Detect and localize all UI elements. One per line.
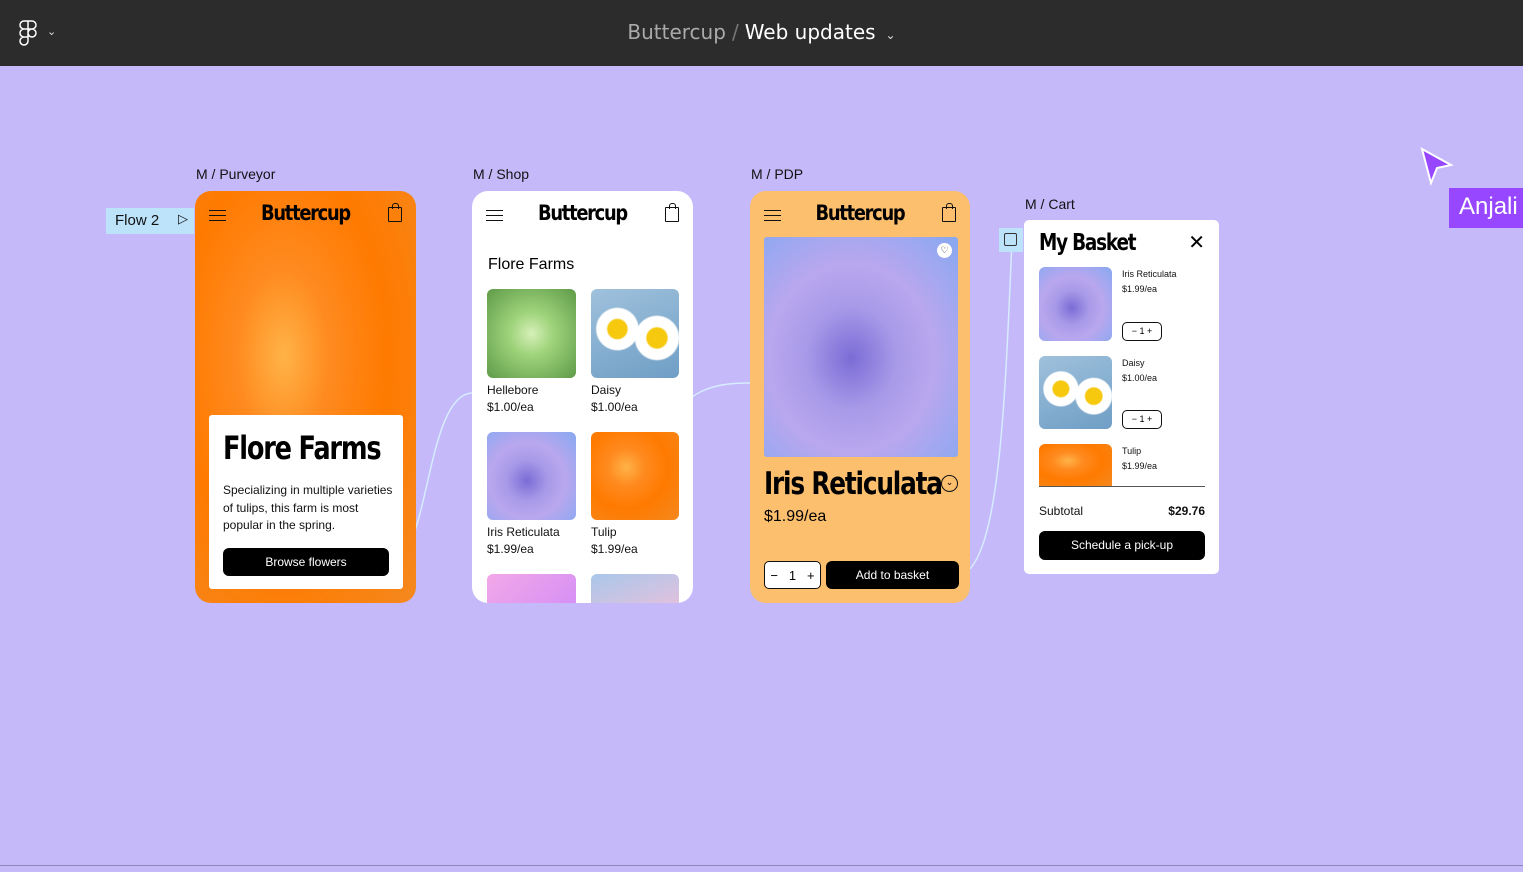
frame-cart[interactable]: My Basket ✕ Iris Reticulata $1.99/ea − 1…	[1024, 220, 1219, 574]
frame-purveyor[interactable]: Buttercup Flore Farms Specializing in mu…	[195, 191, 416, 603]
collaborator-name-tag: Anjali	[1449, 188, 1523, 228]
product-image[interactable]	[487, 574, 576, 603]
hellebore-image[interactable]	[487, 289, 576, 378]
product-name[interactable]: Iris Reticulata	[487, 525, 560, 539]
brand-logo: Buttercup	[261, 201, 351, 225]
farm-card: Flore Farms Specializing in multiple var…	[209, 415, 403, 589]
product-name[interactable]: Hellebore	[487, 383, 538, 397]
quantity-value: 1	[1139, 326, 1145, 336]
quantity-stepper[interactable]: − 1 +	[1122, 322, 1162, 341]
cart-item-image	[1039, 356, 1112, 429]
minus-icon[interactable]: −	[770, 568, 778, 583]
farm-title: Flore Farms	[223, 429, 382, 467]
cart-item-price: $1.99/ea	[1122, 284, 1158, 294]
subtotal-value: $29.76	[1168, 504, 1205, 518]
cart-item-name: Tulip	[1122, 446, 1142, 456]
product-name[interactable]: Tulip	[591, 525, 617, 539]
product-price: $1.00/ea	[591, 400, 638, 414]
frame-label-purveyor[interactable]: M / Purveyor	[196, 166, 275, 182]
cart-item-price: $1.99/ea	[1122, 461, 1158, 471]
product-image: ♡	[764, 237, 958, 457]
schedule-pickup-button[interactable]: Schedule a pick-up	[1039, 531, 1205, 560]
shop-heading: Flore Farms	[488, 256, 575, 273]
quantity-stepper[interactable]: − 1 +	[1122, 410, 1162, 429]
flow-label: Flow 2	[115, 212, 160, 229]
product-price: $1.00/ea	[487, 400, 534, 414]
subtotal-label: Subtotal	[1039, 504, 1084, 518]
frame-label-cart[interactable]: M / Cart	[1025, 196, 1075, 212]
tulip-image[interactable]	[591, 432, 679, 520]
bag-icon[interactable]	[388, 203, 402, 222]
cart-item-image	[1039, 444, 1112, 486]
iris-image[interactable]	[487, 432, 576, 520]
canvas-bottom-edge	[0, 865, 1523, 866]
browse-flowers-button[interactable]: Browse flowers	[223, 548, 389, 576]
cart-item-image	[1039, 267, 1112, 341]
cart-item-name: Iris Reticulata	[1122, 269, 1177, 279]
frame-label-pdp[interactable]: M / PDP	[751, 166, 803, 182]
brand-logo: Buttercup	[538, 201, 628, 225]
frame-shop[interactable]: Buttercup Flore Farms Hellebore $1.00/ea…	[472, 191, 693, 603]
daisy-image[interactable]	[591, 289, 679, 378]
favorite-heart-icon[interactable]: ♡	[937, 243, 952, 258]
quantity-value: 1	[1139, 414, 1145, 424]
overlay-icon[interactable]	[999, 228, 1023, 252]
quantity-stepper[interactable]: −1 +	[764, 561, 821, 589]
cart-item-name: Daisy	[1122, 358, 1145, 368]
product-name[interactable]: Daisy	[591, 383, 621, 397]
bag-icon[interactable]	[665, 203, 679, 222]
frame-label-shop[interactable]: M / Shop	[473, 166, 529, 182]
product-price: $1.99/ea	[487, 542, 534, 556]
product-title: Iris Reticulata	[764, 466, 943, 502]
frame-pdp[interactable]: Buttercup ♡ Iris Reticulata ⌄ $1.99/ea −…	[750, 191, 970, 603]
quantity-value: 1	[788, 567, 797, 583]
product-price: $1.99/ea	[764, 508, 827, 525]
divider	[1039, 486, 1205, 487]
play-icon[interactable]: ▷	[178, 211, 188, 227]
close-icon[interactable]: ✕	[1188, 230, 1205, 255]
brand-logo: Buttercup	[815, 201, 906, 225]
flow-starting-point[interactable]: Flow 2 ▷	[106, 208, 194, 234]
add-to-basket-button[interactable]: Add to basket	[826, 561, 959, 589]
bag-icon[interactable]	[942, 203, 956, 222]
basket-title: My Basket	[1039, 230, 1137, 256]
cart-item-price: $1.00/ea	[1122, 373, 1158, 383]
farm-description: Specializing in multiple varieties of tu…	[223, 483, 393, 532]
product-price: $1.99/ea	[591, 542, 638, 556]
plus-icon[interactable]: +	[807, 568, 815, 583]
product-image[interactable]	[591, 574, 679, 603]
expand-chevron-icon[interactable]: ⌄	[941, 475, 958, 492]
collaborator-cursor-icon	[1420, 147, 1454, 187]
